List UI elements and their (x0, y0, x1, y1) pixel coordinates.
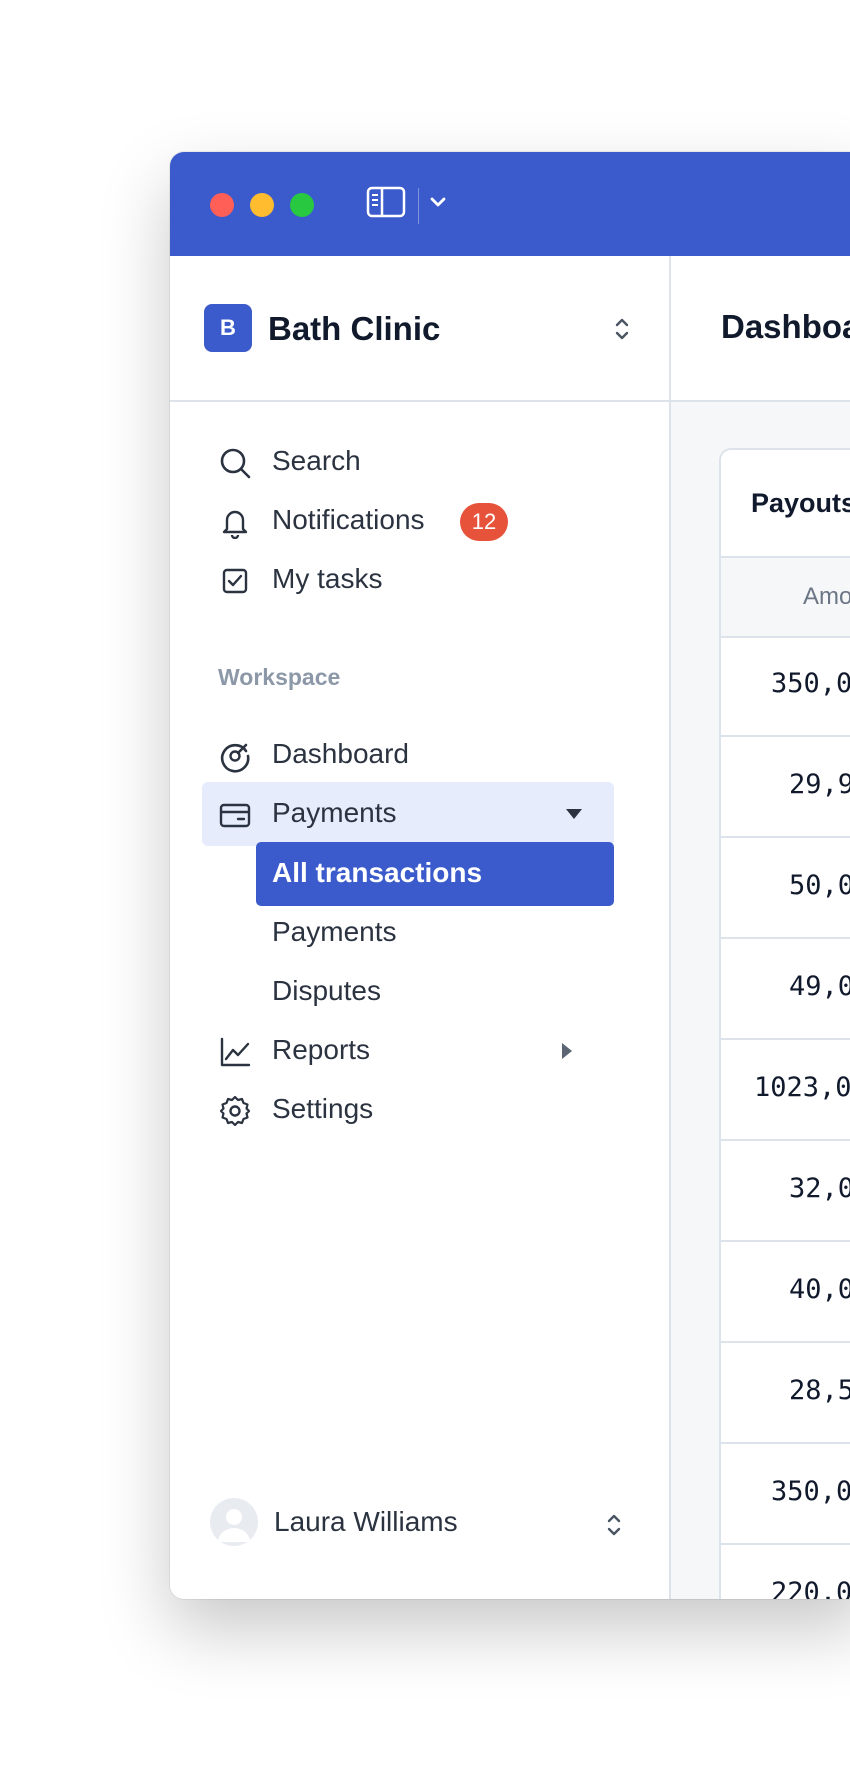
nav-payments-label: Payments (272, 797, 397, 828)
table-header: Amo (721, 556, 850, 638)
org-logo: B (204, 304, 252, 352)
nav-all-transactions-label: All transactions (272, 857, 483, 888)
nav-sub-payments-label: Payments (272, 916, 397, 947)
avatar (210, 1498, 258, 1546)
amount-cell: 49,0 (789, 971, 850, 1002)
amount-cell: 40,0 (789, 1274, 850, 1305)
table-row[interactable]: 50,0 (721, 838, 850, 939)
nav-all-transactions[interactable]: All transactions (256, 842, 614, 906)
nav-notifications-label: Notifications (272, 504, 425, 535)
amount-cell: 350,0 (771, 1476, 850, 1507)
nav-search-label: Search (272, 445, 361, 476)
org-switcher[interactable]: B Bath Clinic (170, 256, 669, 402)
main-header: Dashboa (671, 256, 850, 402)
nav-payments[interactable]: Payments (202, 782, 614, 846)
org-name: Bath Clinic (268, 310, 441, 347)
workspace-section-label: Workspace (218, 664, 341, 690)
nav-dashboard-label: Dashboard (272, 738, 409, 769)
notifications-count-badge: 12 (460, 503, 508, 541)
close-window-button[interactable] (210, 193, 234, 217)
nav-reports[interactable]: Reports (202, 1019, 614, 1083)
zoom-window-button[interactable] (290, 193, 314, 217)
table-row[interactable]: 40,0 (721, 1242, 850, 1343)
sidebar: B Bath Clinic Search Notifications 12 My… (170, 256, 671, 1599)
gauge-icon (218, 739, 252, 773)
table-row[interactable]: 350,0 (721, 636, 850, 737)
nav-settings-label: Settings (272, 1093, 374, 1124)
caret-down-icon[interactable] (564, 806, 584, 827)
line-chart-icon (218, 1035, 252, 1069)
table-row[interactable]: 29,9 (721, 737, 850, 838)
user-name: Laura Williams (274, 1506, 458, 1537)
title-bar-divider (418, 188, 419, 224)
nav-notifications[interactable]: Notifications 12 (202, 489, 614, 553)
nav-settings[interactable]: Settings (202, 1078, 614, 1142)
nav-disputes-label: Disputes (272, 975, 381, 1006)
nav-my-tasks-label: My tasks (272, 563, 383, 594)
amount-cell: 32,0 (789, 1173, 850, 1204)
page-title: Dashboa (721, 308, 850, 345)
chevron-up-down-icon[interactable] (602, 1510, 626, 1545)
sidebar-toggle-icon[interactable] (366, 186, 406, 223)
nav-search[interactable]: Search (202, 430, 614, 494)
gear-icon (218, 1094, 252, 1128)
nav-sub-payments[interactable]: Payments (256, 901, 614, 965)
amount-cell: 50,0 (789, 870, 850, 901)
chevron-up-down-icon[interactable] (610, 314, 634, 349)
caret-right-icon[interactable] (560, 1041, 574, 1066)
title-bar (170, 152, 850, 256)
amount-cell: 350,0 (771, 668, 850, 699)
table-row[interactable]: 32,0 (721, 1141, 850, 1242)
checkbox-icon (218, 564, 252, 598)
main-content: Dashboa Payouts Amo 350,0 29,9 50,0 49,0… (671, 256, 850, 1599)
amount-column-header[interactable]: Amo (803, 583, 850, 611)
nav-disputes[interactable]: Disputes (256, 960, 614, 1024)
chevron-down-icon[interactable] (426, 190, 450, 219)
table-row[interactable]: 220,0 (721, 1545, 850, 1599)
table-body: 350,0 29,9 50,0 49,0 1023,0 32,0 40,0 28… (721, 636, 850, 1599)
table-row[interactable]: 1023,0 (721, 1040, 850, 1141)
table-row[interactable]: 350,0 (721, 1444, 850, 1545)
amount-cell: 28,5 (789, 1375, 850, 1406)
minimize-window-button[interactable] (250, 193, 274, 217)
amount-cell: 29,9 (789, 769, 850, 800)
table-row[interactable]: 28,5 (721, 1343, 850, 1444)
amount-cell: 220,0 (771, 1577, 850, 1599)
amount-cell: 1023,0 (754, 1072, 850, 1103)
bell-icon (218, 505, 252, 540)
card-title: Payouts (751, 488, 850, 518)
search-icon (218, 446, 252, 480)
user-switcher[interactable]: Laura Williams (210, 1498, 621, 1554)
wallet-icon (218, 798, 252, 832)
table-row[interactable]: 49,0 (721, 939, 850, 1040)
nav-reports-label: Reports (272, 1034, 371, 1065)
nav-my-tasks[interactable]: My tasks (202, 548, 614, 612)
app-window: B Bath Clinic Search Notifications 12 My… (170, 152, 850, 1599)
payouts-card: Payouts Amo 350,0 29,9 50,0 49,0 1023,0 … (719, 448, 850, 1599)
nav-dashboard[interactable]: Dashboard (202, 723, 614, 787)
